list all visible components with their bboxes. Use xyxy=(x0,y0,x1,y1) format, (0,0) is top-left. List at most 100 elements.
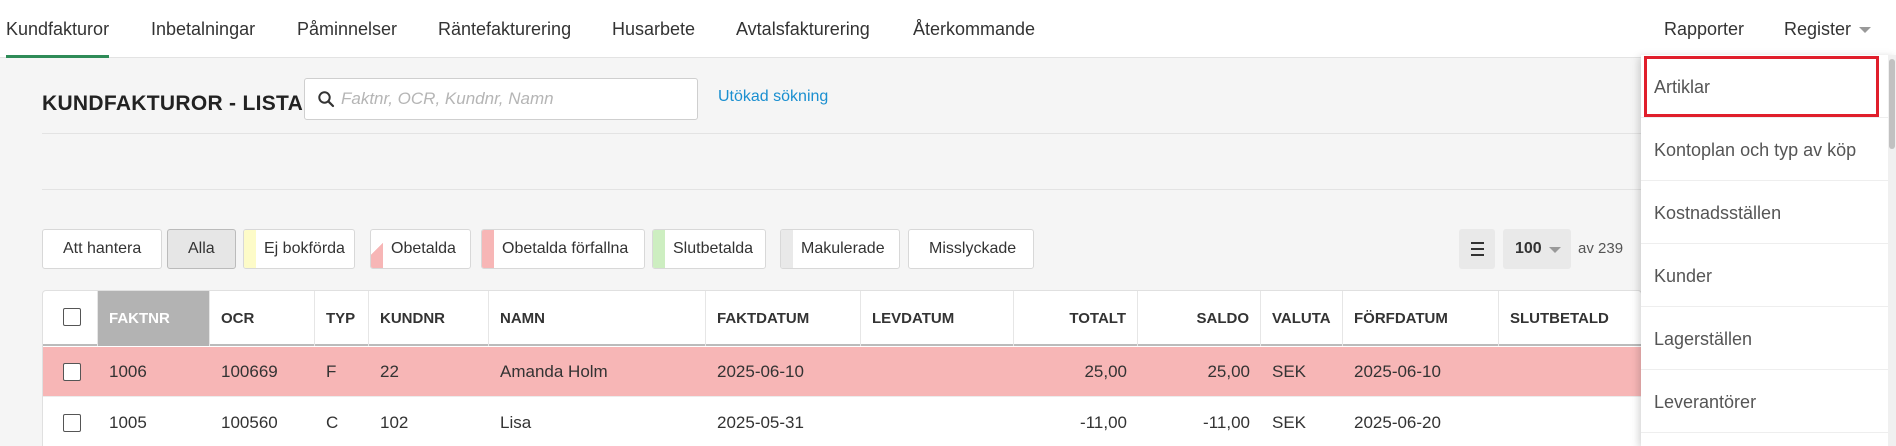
menu-item-kontoplan[interactable]: Kontoplan och typ av köp xyxy=(1641,119,1896,181)
top-navigation: Kundfakturor Inbetalningar Påminnelser R… xyxy=(0,0,1896,58)
filter-obetalda-forfallna[interactable]: Obetalda förfallna xyxy=(481,229,645,269)
menu-lines-icon xyxy=(1471,254,1484,256)
col-typ[interactable]: TYP xyxy=(315,291,369,346)
register-menu-label: Register xyxy=(1784,19,1852,39)
filter-alla[interactable]: Alla xyxy=(167,229,236,269)
divider xyxy=(42,189,1642,190)
tab-rantefakturering[interactable]: Räntefakturering xyxy=(438,0,571,58)
status-swatch xyxy=(482,230,494,268)
tab-aterkommande[interactable]: Återkommande xyxy=(913,0,1035,58)
col-kundnr[interactable]: KUNDNR xyxy=(369,291,489,346)
filter-label: Slutbetalda xyxy=(673,240,754,257)
col-totalt[interactable]: TOTALT xyxy=(1014,291,1138,346)
cell-faktdatum: 2025-05-31 xyxy=(717,413,804,432)
cell-slutbetald xyxy=(1499,347,1641,397)
col-ocr[interactable]: OCR xyxy=(210,291,315,346)
tab-avtalsfakturering[interactable]: Avtalsfakturering xyxy=(736,0,870,58)
filter-obetalda[interactable]: Obetalda xyxy=(370,229,471,269)
search-input[interactable] xyxy=(341,79,691,119)
row-checkbox[interactable] xyxy=(63,414,81,432)
select-all-cell xyxy=(43,291,98,346)
page-size-select[interactable]: 100 xyxy=(1503,229,1571,269)
col-namn[interactable]: NAMN xyxy=(489,291,706,346)
col-slutbetald[interactable]: SLUTBETALD xyxy=(1499,291,1641,346)
cell-faktnr: 1005 xyxy=(109,413,147,432)
cell-faktdatum: 2025-06-10 xyxy=(717,362,804,381)
search-box xyxy=(304,78,698,120)
chevron-down-icon xyxy=(1859,27,1872,34)
highlight-box xyxy=(1644,56,1879,117)
cell-forfdatum: 2025-06-10 xyxy=(1354,362,1441,381)
cell-saldo: -11,00 xyxy=(1203,413,1250,432)
cell-faktnr: 1006 xyxy=(109,362,147,381)
menu-lines-icon xyxy=(1471,242,1484,244)
row-checkbox[interactable] xyxy=(63,363,81,381)
list-view-button[interactable] xyxy=(1459,229,1495,269)
filter-label: Makulerade xyxy=(801,240,885,257)
cell-typ: C xyxy=(326,413,339,432)
tab-husarbete[interactable]: Husarbete xyxy=(612,0,695,58)
cell-typ: F xyxy=(326,362,337,381)
col-faktnr[interactable]: FAKTNR xyxy=(98,291,210,346)
cell-valuta: SEK xyxy=(1272,362,1307,381)
cell-saldo: 25,00 xyxy=(1207,362,1250,381)
cell-namn: Amanda Holm xyxy=(500,362,608,381)
filter-label: Ej bokförda xyxy=(264,240,345,257)
table-header: FAKTNR OCR TYP KUNDNR NAMN FAKTDATUM LEV… xyxy=(43,291,1641,346)
menu-item-leverantorer[interactable]: Leverantörer xyxy=(1641,371,1896,433)
scrollbar[interactable] xyxy=(1888,55,1896,446)
invoice-table: FAKTNR OCR TYP KUNDNR NAMN FAKTDATUM LEV… xyxy=(42,290,1642,446)
status-swatch xyxy=(781,230,793,268)
cell-kundnr: 102 xyxy=(380,413,409,432)
cell-forfdatum: 2025-06-20 xyxy=(1354,413,1441,432)
menu-item-kunder[interactable]: Kunder xyxy=(1641,245,1896,307)
col-saldo[interactable]: SALDO xyxy=(1138,291,1261,346)
filter-ej-bokforda[interactable]: Ej bokförda xyxy=(243,229,355,269)
menu-lines-icon xyxy=(1471,248,1484,250)
total-count: av 239 xyxy=(1578,240,1624,257)
tab-paminnelser[interactable]: Påminnelser xyxy=(297,0,397,58)
menu-item-lagerstallen[interactable]: Lagerställen xyxy=(1641,308,1896,370)
page-size-value: 100 xyxy=(1515,240,1542,257)
col-forfdatum[interactable]: FÖRFDATUM xyxy=(1343,291,1499,346)
rapporter-menu[interactable]: Rapporter xyxy=(1664,0,1744,58)
col-faktdatum[interactable]: FAKTDATUM xyxy=(706,291,861,346)
table-row[interactable]: 1005 100560 C 102 Lisa 2025-05-31 -11,00… xyxy=(43,398,1641,446)
filter-att-hantera[interactable]: Att hantera xyxy=(42,229,162,269)
chevron-down-icon xyxy=(1549,247,1561,253)
register-menu[interactable]: Register xyxy=(1784,0,1872,58)
cell-totalt: 25,00 xyxy=(1084,362,1127,381)
cell-slutbetald xyxy=(1499,398,1641,446)
filter-label: Alla xyxy=(188,240,215,257)
cell-valuta: SEK xyxy=(1272,413,1307,432)
status-swatch xyxy=(244,230,256,268)
select-all-checkbox[interactable] xyxy=(63,308,81,326)
filter-label: Obetalda xyxy=(391,240,456,257)
page-title: KUNDFAKTUROR - LISTA xyxy=(42,92,304,115)
table-row[interactable]: 1006 100669 F 22 Amanda Holm 2025-06-10 … xyxy=(43,347,1641,397)
status-swatch xyxy=(653,230,665,268)
cell-ocr: 100560 xyxy=(221,413,278,432)
divider xyxy=(42,133,1642,134)
tab-kundfakturor[interactable]: Kundfakturor xyxy=(6,0,110,58)
filter-label: Att hantera xyxy=(63,240,142,257)
advanced-search-link[interactable]: Utökad sökning xyxy=(718,88,828,106)
menu-item-kostnadsstallen[interactable]: Kostnadsställen xyxy=(1641,182,1896,244)
tab-inbetalningar[interactable]: Inbetalningar xyxy=(151,0,255,58)
cell-namn: Lisa xyxy=(500,413,532,432)
scrollbar-thumb[interactable] xyxy=(1889,59,1895,149)
col-valuta[interactable]: VALUTA xyxy=(1261,291,1343,346)
filter-misslyckade[interactable]: Misslyckade xyxy=(908,229,1034,269)
cell-totalt: -11,00 xyxy=(1080,413,1127,432)
filter-slutbetalda[interactable]: Slutbetalda xyxy=(652,229,766,269)
col-levdatum[interactable]: LEVDATUM xyxy=(861,291,1014,346)
filter-label: Obetalda förfallna xyxy=(502,240,629,257)
cell-ocr: 100669 xyxy=(221,362,278,381)
search-icon xyxy=(318,91,335,108)
status-swatch xyxy=(371,230,383,268)
filter-label: Misslyckade xyxy=(929,240,1017,257)
filter-makulerade[interactable]: Makulerade xyxy=(780,229,900,269)
cell-levdatum xyxy=(861,347,1014,397)
cell-kundnr: 22 xyxy=(380,362,399,381)
cell-levdatum xyxy=(861,398,1014,446)
